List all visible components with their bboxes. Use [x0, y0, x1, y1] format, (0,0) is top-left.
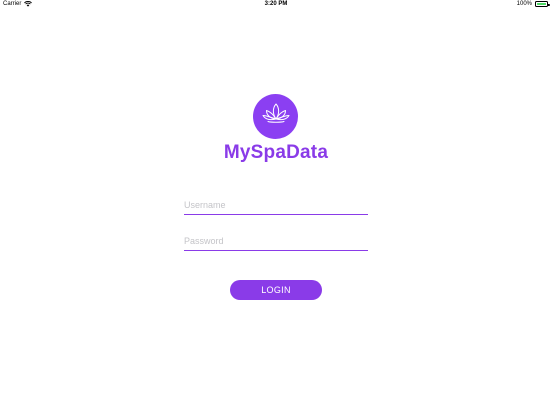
battery-level-fill	[536, 2, 547, 6]
status-time: 3:20 PM	[264, 1, 288, 7]
password-field-wrapper	[184, 231, 368, 251]
app-logo	[253, 94, 298, 139]
app-title: MySpaData	[223, 142, 329, 163]
password-input[interactable]	[184, 231, 368, 251]
battery-percentage: 100%	[516, 1, 532, 7]
login-screen: Carrier 3:20 PM 100% MySpaData Username …	[0, 0, 552, 414]
status-right: 100%	[516, 1, 550, 7]
username-field-wrapper	[184, 195, 368, 215]
login-button[interactable]: LOGIN	[230, 280, 322, 300]
username-input[interactable]	[184, 195, 368, 215]
status-bar: Carrier 3:20 PM 100%	[0, 0, 552, 10]
battery-icon	[535, 1, 550, 7]
lotus-icon	[261, 102, 291, 131]
